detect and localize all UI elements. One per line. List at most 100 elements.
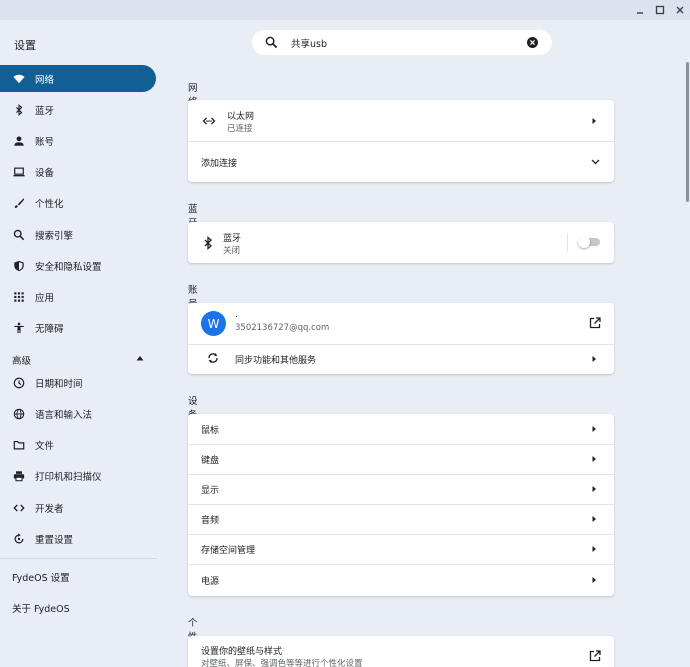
ethernet-row[interactable]: 以太网 已连接 xyxy=(188,100,614,141)
chevron-right-icon xyxy=(592,426,596,432)
ethernet-label: 以太网 xyxy=(227,112,255,122)
sync-label: 同步功能和其他服务 xyxy=(235,356,317,366)
sync-icon xyxy=(208,353,218,363)
chevron-right-icon xyxy=(592,456,596,462)
chevron-right-icon xyxy=(592,118,596,124)
printer-icon xyxy=(12,469,25,482)
device-row-label: 电源 xyxy=(201,577,220,587)
sidebar-item-label: 设备 xyxy=(35,167,55,179)
sidebar-item-account[interactable]: 账号 xyxy=(0,127,156,154)
avatar: W xyxy=(201,311,226,336)
chevron-right-icon xyxy=(592,356,596,362)
device-card: 鼠标 键盘 显示 音频 存储空间管理 电源 xyxy=(188,414,614,596)
sidebar-item-label: 无障碍 xyxy=(35,323,64,335)
bluetooth-label: 蓝牙 xyxy=(223,234,242,244)
add-connection-label: 添加连接 xyxy=(201,159,238,169)
bluetooth-row[interactable]: 蓝牙 关闭 xyxy=(188,222,614,263)
sidebar-item-datetime[interactable]: 日期和时间 xyxy=(0,369,156,396)
sidebar-item-about-fydeos[interactable]: 关于 FydeOS xyxy=(0,594,156,621)
laptop-icon xyxy=(12,165,25,178)
accessibility-icon xyxy=(12,321,25,334)
bluetooth-card: 蓝牙 关闭 xyxy=(188,222,614,263)
account-email: 3502136727@qq.com xyxy=(235,323,330,333)
bluetooth-status: 关闭 xyxy=(223,246,241,256)
chevron-right-icon xyxy=(592,516,596,522)
sidebar-item-device[interactable]: 设备 xyxy=(0,158,156,185)
apps-grid-icon xyxy=(12,290,25,303)
sidebar-item-personalization[interactable]: 个性化 xyxy=(0,189,156,216)
sidebar-item-language[interactable]: 语言和输入法 xyxy=(0,400,156,427)
device-row-audio[interactable]: 音频 xyxy=(188,504,614,534)
device-row-label: 显示 xyxy=(201,486,220,496)
ethernet-icon xyxy=(202,117,216,125)
open-external-icon[interactable] xyxy=(589,317,601,329)
sidebar-item-files[interactable]: 文件 xyxy=(0,431,156,458)
sidebar-divider xyxy=(0,558,157,559)
close-window-button[interactable] xyxy=(672,2,688,18)
wifi-icon xyxy=(12,72,25,85)
device-row-display[interactable]: 显示 xyxy=(188,474,614,504)
row-vertical-divider xyxy=(567,233,568,252)
sidebar-item-search-engine[interactable]: 搜索引擎 xyxy=(0,221,156,248)
personalization-card: 设置你的壁纸与样式 对壁纸、屏保、强调色等等进行个性化设置 xyxy=(188,636,614,667)
device-row-storage[interactable]: 存储空间管理 xyxy=(188,534,614,564)
window-titlebar xyxy=(0,0,690,20)
sidebar-item-apps[interactable]: 应用 xyxy=(0,283,156,310)
sidebar-item-printers[interactable]: 打印机和扫描仪 xyxy=(0,462,156,489)
sidebar-item-reset[interactable]: 重置设置 xyxy=(0,525,156,552)
globe-icon xyxy=(12,407,25,420)
account-name: . xyxy=(235,310,238,320)
clock-icon xyxy=(12,376,25,389)
scrollbar[interactable] xyxy=(686,62,689,202)
minimize-button[interactable] xyxy=(632,2,648,18)
chevron-right-icon xyxy=(592,577,596,583)
sidebar-item-label: 账号 xyxy=(35,136,55,148)
sidebar-item-label: 搜索引擎 xyxy=(35,230,74,242)
sidebar-item-label: 开发者 xyxy=(35,503,64,515)
sidebar-item-label: FydeOS 设置 xyxy=(12,572,70,584)
sidebar-item-fydeos-settings[interactable]: FydeOS 设置 xyxy=(0,563,156,590)
sidebar-item-developer[interactable]: 开发者 xyxy=(0,494,156,521)
search-input[interactable]: 共享usb xyxy=(291,36,327,50)
clear-search-icon[interactable] xyxy=(527,37,538,48)
wallpaper-row[interactable]: 设置你的壁纸与样式 对壁纸、屏保、强调色等等进行个性化设置 xyxy=(188,636,614,667)
add-connection-row[interactable]: 添加连接 xyxy=(188,141,614,182)
device-row-keyboard[interactable]: 键盘 xyxy=(188,444,614,474)
device-row-power[interactable]: 电源 xyxy=(188,564,614,595)
device-row-label: 存储空间管理 xyxy=(201,546,256,556)
sidebar-item-accessibility[interactable]: 无障碍 xyxy=(0,314,156,341)
sidebar-item-security[interactable]: 安全和隐私设置 xyxy=(0,252,156,279)
bluetooth-icon xyxy=(204,236,212,250)
collapse-arrow-icon[interactable] xyxy=(136,355,144,361)
chevron-down-icon xyxy=(591,159,600,165)
maximize-button[interactable] xyxy=(652,2,668,18)
sidebar-item-bluetooth[interactable]: 蓝牙 xyxy=(0,96,156,123)
brush-icon xyxy=(12,196,25,209)
sidebar-item-label: 应用 xyxy=(35,292,55,304)
reset-icon xyxy=(12,532,25,545)
device-row-label: 键盘 xyxy=(201,456,220,466)
search-box[interactable]: 共享usb xyxy=(252,30,552,55)
ethernet-status: 已连接 xyxy=(227,124,253,134)
sidebar-item-label: 网络 xyxy=(35,74,55,86)
advanced-section-header[interactable]: 高级 xyxy=(12,353,31,367)
app-title: 设置 xyxy=(14,39,36,52)
open-external-icon[interactable] xyxy=(589,650,601,662)
sidebar-item-label: 语言和输入法 xyxy=(35,409,93,421)
sidebar-item-network[interactable]: 网络 xyxy=(0,65,156,92)
account-row[interactable]: W . 3502136727@qq.com xyxy=(188,303,614,344)
person-icon xyxy=(12,134,25,147)
sidebar-item-label: 关于 FydeOS xyxy=(12,603,70,615)
wallpaper-label: 设置你的壁纸与样式 xyxy=(201,647,283,657)
sync-row[interactable]: 同步功能和其他服务 xyxy=(188,344,614,374)
bluetooth-toggle-knob[interactable] xyxy=(578,236,590,248)
device-row-mouse[interactable]: 鼠标 xyxy=(188,414,614,444)
wallpaper-description: 对壁纸、屏保、强调色等等进行个性化设置 xyxy=(201,659,363,667)
code-icon xyxy=(12,501,25,514)
bluetooth-icon xyxy=(12,103,25,116)
device-row-label: 鼠标 xyxy=(201,426,220,436)
device-row-label: 音频 xyxy=(201,516,220,526)
folder-icon xyxy=(12,438,25,451)
search-icon xyxy=(265,36,278,49)
sidebar-item-label: 打印机和扫描仪 xyxy=(35,471,102,483)
